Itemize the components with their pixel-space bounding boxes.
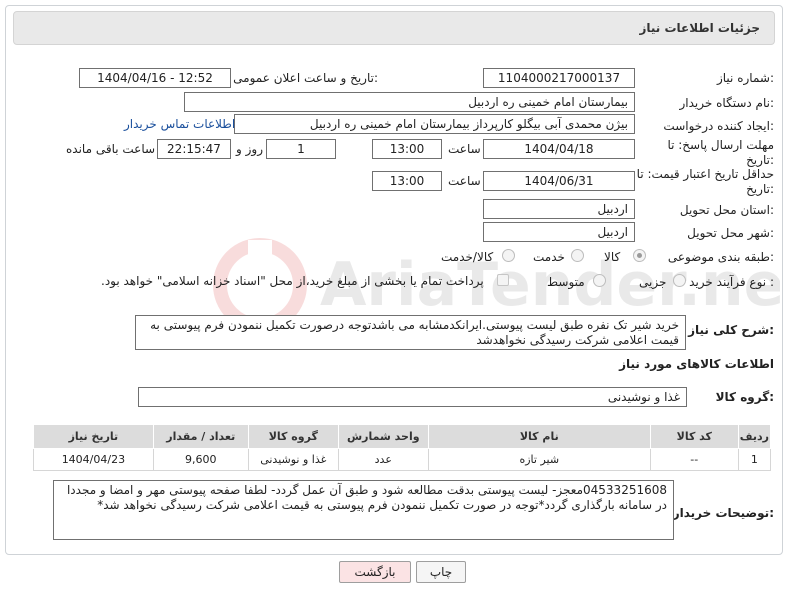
description-text: خرید شیر تک نفره طبق لیست پیوستی.ایرانکد… [150, 318, 679, 347]
cell-quantity: 9,600 [152, 448, 249, 471]
creator-field: بیژن محمدی آبی بیگلو کارپرداز بیمارستان … [234, 114, 635, 134]
back-button[interactable]: بازگشت [339, 561, 411, 583]
category-goods-label: کالا [604, 250, 621, 264]
creator-label: ایجاد کننده درخواست: [663, 119, 774, 133]
category-radio-goods-service[interactable] [502, 249, 515, 262]
col-unit: واحد شمارش [337, 424, 429, 449]
treasury-payment-checkbox[interactable] [497, 274, 509, 286]
goods-section-title: اطلاعات کالاهای مورد نیاز [619, 357, 774, 371]
col-code: کد کالا [649, 424, 739, 449]
days-and-label: روز و [236, 142, 263, 156]
category-goods-service-label: کالا/خدمت [441, 250, 494, 264]
description-textarea: خرید شیر تک نفره طبق لیست پیوستی.ایرانکد… [135, 315, 686, 350]
deadline-time-label: ساعت [448, 142, 481, 156]
city-field: اردبیل [483, 222, 635, 242]
col-quantity: تعداد / مقدار [152, 424, 249, 449]
page-title: جزئیات اطلاعات نیاز [639, 21, 760, 35]
need-number-label: شماره نیاز: [716, 71, 774, 85]
buyer-contact-link[interactable]: اطلاعات تماس خریدار [124, 117, 235, 131]
deadline-date-field: 1404/04/18 [483, 139, 635, 159]
validity-label: حداقل تاریخ اعتبار قیمت: تا تاریخ: [636, 167, 774, 196]
col-name: نام کالا [427, 424, 651, 449]
buyer-org-label: نام دستگاه خریدار: [679, 96, 775, 110]
announce-label: تاریخ و ساعت اعلان عمومی: [233, 71, 378, 85]
cell-row: 1 [737, 448, 772, 471]
col-row: ردیف [737, 424, 772, 449]
process-medium-label: متوسط [547, 275, 585, 289]
validity-time-label: ساعت [448, 174, 481, 188]
table-row: 1 -- شیر تازه عدد غذا و نوشیدنی 9,600 14… [33, 448, 772, 471]
category-radio-goods[interactable] [633, 249, 646, 262]
category-radio-service[interactable] [571, 249, 584, 262]
print-button[interactable]: چاپ [416, 561, 466, 583]
deadline-time-field: 13:00 [372, 139, 442, 159]
remaining-time-label: ساعت باقی مانده [66, 142, 156, 156]
goods-table: ردیف کد کالا نام کالا واحد شمارش گروه کا… [33, 424, 772, 471]
validity-time-field: 13:00 [372, 171, 442, 191]
col-group: گروه کالا [247, 424, 339, 449]
goods-group-label: گروه کالا: [715, 390, 774, 404]
remaining-time-field: 22:15:47 [157, 139, 231, 159]
cell-unit: عدد [337, 448, 429, 471]
header-bar: جزئیات اطلاعات نیاز [13, 11, 775, 45]
cell-group: غذا و نوشیدنی [247, 448, 339, 471]
cell-need-date: 1404/04/23 [33, 448, 154, 471]
process-radio-minor[interactable] [673, 274, 686, 287]
deadline-label: مهلت ارسال پاسخ: تا تاریخ: [667, 138, 774, 167]
category-service-label: خدمت [533, 250, 565, 264]
treasury-payment-note: پرداخت تمام یا بخشی از مبلغ خرید،از محل … [101, 274, 484, 288]
process-radio-medium[interactable] [593, 274, 606, 287]
validity-date-field: 1404/06/31 [483, 171, 635, 191]
category-label: طبقه بندی موضوعی: [667, 250, 774, 264]
col-need-date: تاریخ نیاز [33, 424, 154, 449]
process-minor-label: جزیی [639, 275, 667, 289]
process-label: نوع فرآیند خرید : [689, 275, 774, 289]
goods-table-header: ردیف کد کالا نام کالا واحد شمارش گروه کا… [33, 424, 772, 449]
cell-code: -- [649, 448, 739, 471]
days-remaining-field: 1 [266, 139, 336, 159]
city-label: شهر محل تحویل: [687, 226, 774, 240]
province-field: اردبیل [483, 199, 635, 219]
province-label: استان محل تحویل: [679, 203, 774, 217]
goods-group-field: غذا و نوشیدنی [138, 387, 687, 407]
buyer-org-field: بیمارستان امام خمینی ره اردبیل [184, 92, 635, 112]
cell-name: شیر تازه [427, 448, 651, 471]
description-label: شرح کلی نیاز: [688, 323, 774, 337]
buyer-notes-text: 04533251608معجز- لیست پیوستی بدقت مطالعه… [66, 483, 667, 512]
announce-field: 1404/04/16 - 12:52 [79, 68, 231, 88]
need-number-field: 1104000217000137 [483, 68, 635, 88]
buyer-notes-label: توضیحات خریدار: [672, 506, 774, 520]
buyer-notes-textarea: 04533251608معجز- لیست پیوستی بدقت مطالعه… [53, 480, 674, 540]
